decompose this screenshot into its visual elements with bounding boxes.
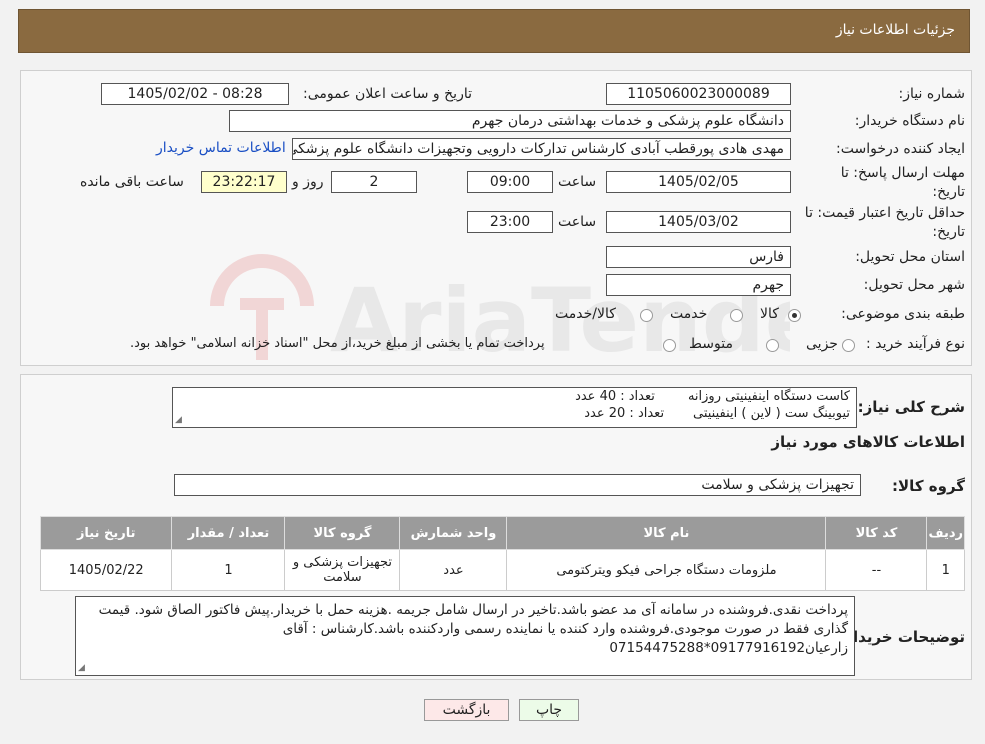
buyer-org-label: نام دستگاه خریدار:: [854, 113, 965, 129]
process-note: پرداخت تمام یا بخشی از مبلغ خرید،از محل …: [130, 336, 545, 351]
col-unit: واحد شمارش: [399, 516, 508, 550]
city-label: شهر محل تحویل:: [863, 277, 965, 293]
goods-table-header: ردیف کد کالا نام کالا واحد شمارش گروه کا…: [39, 516, 965, 550]
resize-handle-icon[interactable]: ◢: [78, 664, 85, 673]
deadline-date-field: 1405/02/05: [606, 171, 791, 193]
col-date: تاریخ نیاز: [39, 516, 173, 550]
cell-group: تجهیزات پزشکی و سلامت: [284, 549, 401, 591]
process-label: نوع فرآیند خرید :: [866, 336, 965, 352]
announce-datetime-field: 1405/02/02 - 08:28: [101, 83, 289, 105]
cell-name: ملزومات دستگاه جراحی فیکو ویترکتومی: [506, 549, 827, 591]
remaining-label: ساعت باقی مانده: [80, 174, 184, 190]
cell-code: --: [825, 549, 928, 591]
buyer-notes-label: توضیحات خریدار:: [838, 628, 965, 646]
deadline-time-label: ساعت: [558, 174, 597, 190]
summary-line-2: تیوبینگ ست ( لاین ) اینفینیتی تعداد : 20…: [584, 406, 850, 421]
process-option-medium: متوسط: [689, 336, 733, 352]
creator-field: مهدی هادی پورقطب آبادی کارشناس تدارکات د…: [292, 138, 791, 160]
cell-quantity: 1: [171, 549, 286, 591]
cell-date: 1405/02/22: [39, 549, 173, 591]
category-option-service: خدمت: [670, 306, 708, 322]
cell-unit: عدد: [399, 549, 508, 591]
summary-textarea[interactable]: کاست دستگاه اینفینیتی روزانه تعداد : 40 …: [172, 387, 857, 428]
summary-label: شرح کلی نیاز:: [857, 398, 965, 416]
goods-table: ردیف کد کالا نام کالا واحد شمارش گروه کا…: [39, 516, 965, 591]
goods-group-label: گروه کالا:: [892, 477, 965, 495]
days-label: روز و: [292, 174, 324, 190]
buyer-contact-link[interactable]: اطلاعات تماس خریدار: [156, 140, 286, 156]
deadline-label-2: تاریخ:: [932, 184, 965, 200]
summary-line-1: کاست دستگاه اینفینیتی روزانه تعداد : 40 …: [575, 389, 850, 404]
process-radio-treasury[interactable]: [663, 339, 676, 352]
category-option-goods-service: کالا/خدمت: [555, 306, 616, 322]
validity-time-label: ساعت: [558, 214, 597, 230]
validity-label-2: تاریخ:: [932, 224, 965, 240]
goods-group-field: تجهیزات پزشکی و سلامت: [174, 474, 861, 496]
need-number-field: 1105060023000089: [606, 83, 791, 105]
process-radio-partial[interactable]: [842, 339, 855, 352]
announce-label: تاریخ و ساعت اعلان عمومی:: [303, 86, 472, 102]
col-group: گروه کالا: [284, 516, 401, 550]
deadline-time-field: 09:00: [467, 171, 553, 193]
resize-handle-icon[interactable]: ◢: [175, 416, 182, 425]
col-quantity: تعداد / مقدار: [171, 516, 286, 550]
back-button[interactable]: بازگشت: [424, 699, 509, 721]
col-code: کد کالا: [825, 516, 928, 550]
province-label: استان محل تحویل:: [855, 249, 965, 265]
cell-row: 1: [926, 549, 965, 591]
category-radio-goods-service[interactable]: [640, 309, 653, 322]
validity-time-field: 23:00: [467, 211, 553, 233]
process-option-partial: جزیی: [806, 336, 838, 352]
print-button[interactable]: چاپ: [519, 699, 579, 721]
col-name: نام کالا: [506, 516, 827, 550]
province-field: فارس: [606, 246, 791, 268]
days-remaining-field: 2: [331, 171, 417, 193]
remaining-time-field: 23:22:17: [201, 171, 287, 193]
category-radio-service[interactable]: [730, 309, 743, 322]
page-title: جزئیات اطلاعات نیاز: [835, 22, 955, 38]
creator-label: ایجاد کننده درخواست:: [836, 141, 965, 157]
need-number-label: شماره نیاز:: [898, 86, 966, 102]
validity-date-field: 1405/03/02: [606, 211, 791, 233]
buyer-notes-textarea[interactable]: پرداخت نقدی.فروشنده در سامانه آی مد عضو …: [75, 596, 855, 676]
buyer-org-field: دانشگاه علوم پزشکی و خدمات بهداشتی درمان…: [229, 110, 791, 132]
col-row: ردیف: [926, 516, 965, 550]
category-label: طبقه بندی موضوعی:: [841, 306, 965, 322]
city-field: جهرم: [606, 274, 791, 296]
validity-label: حداقل تاریخ اعتبار قیمت: تا: [804, 205, 965, 221]
category-option-goods: کالا: [760, 306, 779, 322]
goods-info-title: اطلاعات کالاهای مورد نیاز: [771, 433, 965, 451]
page-header: جزئیات اطلاعات نیاز: [18, 9, 970, 53]
table-row: 1 -- ملزومات دستگاه جراحی فیکو ویترکتومی…: [39, 549, 965, 591]
process-radio-medium[interactable]: [766, 339, 779, 352]
category-radio-goods[interactable]: [788, 309, 801, 322]
buyer-notes-text: پرداخت نقدی.فروشنده در سامانه آی مد عضو …: [98, 602, 848, 656]
deadline-label: مهلت ارسال پاسخ: تا: [840, 165, 965, 181]
